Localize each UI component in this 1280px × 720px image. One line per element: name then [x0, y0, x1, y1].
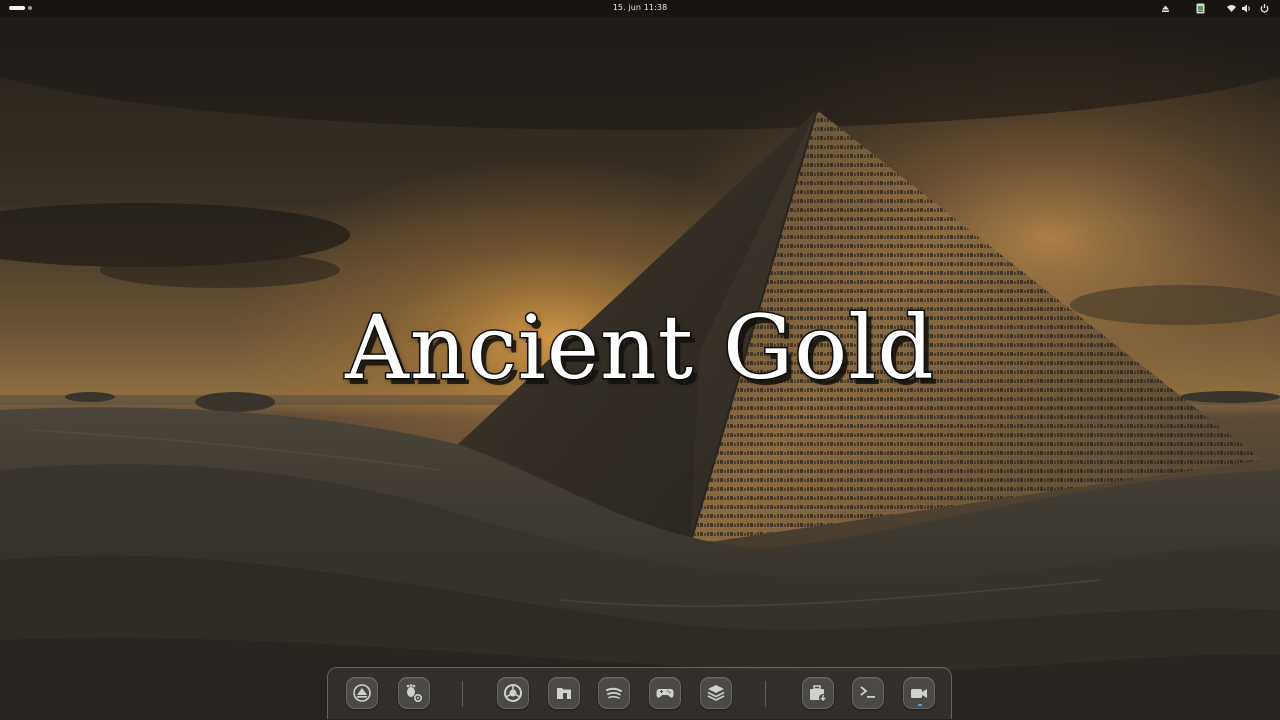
software-updater-icon [353, 684, 371, 702]
package-installer-icon [810, 685, 827, 702]
screen-recorder-icon [911, 689, 927, 698]
terminal-button[interactable] [852, 677, 884, 709]
games-button[interactable] [649, 677, 681, 709]
spotify-button[interactable] [598, 677, 630, 709]
terminal-icon [860, 686, 875, 698]
dock [327, 667, 952, 719]
wifi-icon[interactable] [1226, 3, 1237, 14]
software-updater-button[interactable] [346, 677, 378, 709]
desktop: 15. jun 11:38 Ancient Gold [0, 0, 1280, 720]
top-bar: 15. jun 11:38 [0, 0, 1280, 17]
spotify-icon [606, 687, 622, 699]
stacks-button[interactable] [700, 677, 732, 709]
app-indicator-icon[interactable] [1195, 3, 1206, 14]
chrome-button[interactable] [497, 677, 529, 709]
chrome-icon [504, 684, 522, 702]
files-button[interactable] [548, 677, 580, 709]
screen-recorder-button[interactable] [903, 677, 935, 709]
dock-separator [462, 681, 463, 707]
package-installer-button[interactable] [802, 677, 834, 709]
power-icon[interactable] [1259, 3, 1270, 14]
clock[interactable]: 15. jun 11:38 [0, 3, 1280, 12]
games-icon [656, 689, 674, 698]
dock-separator [765, 681, 766, 707]
gnome-tweaks-button[interactable] [398, 677, 430, 709]
running-indicator [918, 704, 922, 706]
files-icon [557, 688, 571, 699]
stacks-icon [707, 685, 725, 701]
wallpaper-title: Ancient Gold [344, 295, 936, 401]
gnome-tweaks-icon [406, 684, 423, 703]
volume-icon[interactable] [1241, 3, 1252, 14]
eject-icon[interactable] [1160, 3, 1171, 14]
